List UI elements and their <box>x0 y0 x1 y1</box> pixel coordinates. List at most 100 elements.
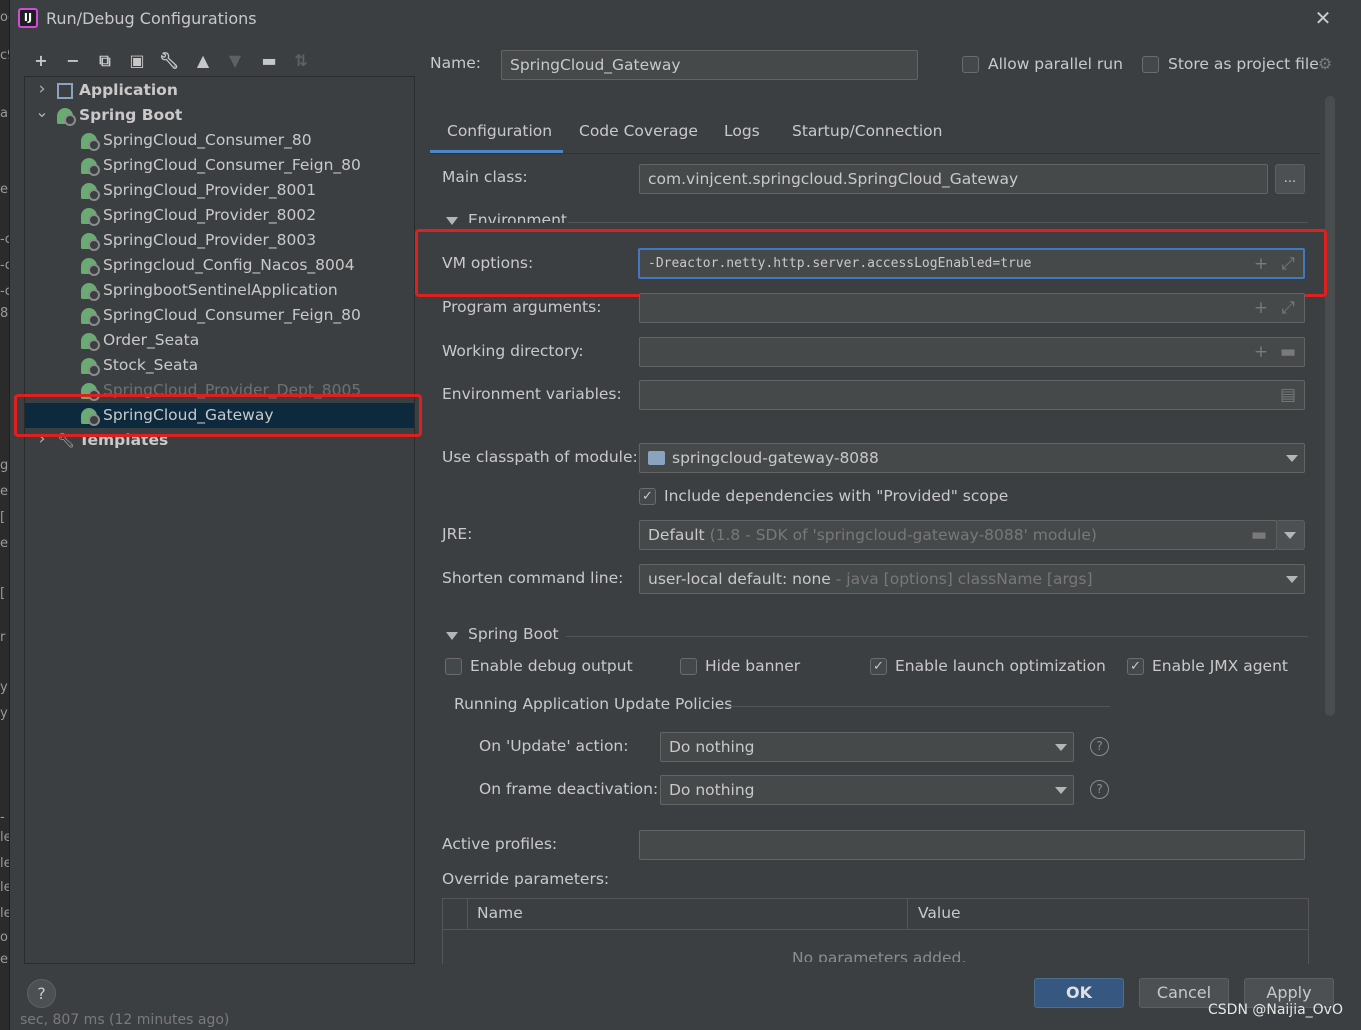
spring-boot-icon <box>81 308 100 326</box>
configurations-tree[interactable]: › Application ⌄ Spring Boot SpringCloud_Cons… <box>24 76 415 964</box>
classpath-label: Use classpath of module: <box>442 448 638 466</box>
allow-parallel-checkbox[interactable] <box>962 56 979 73</box>
spring-boot-collapse-icon[interactable] <box>446 632 458 640</box>
watermark: CSDN @Naijia_OvO <box>1208 1002 1343 1018</box>
gear-icon[interactable]: ⚙ <box>1316 55 1334 73</box>
tree-item-label: SpringCloud_Consumer_80 <box>103 131 312 149</box>
chevron-down-icon[interactable]: ⌄ <box>35 99 49 124</box>
help-icon[interactable]: ? <box>1090 737 1109 756</box>
jre-value: Default <box>648 526 705 544</box>
background-window-fragment: 80 <box>0 306 9 321</box>
spring-boot-divider <box>566 636 1308 637</box>
browse-main-class-button[interactable]: ... <box>1275 164 1305 194</box>
chevron-down-icon <box>1284 532 1296 539</box>
working-dir-label: Working directory: <box>442 342 584 360</box>
background-window-fragment: - <box>0 810 5 825</box>
shorten-select[interactable]: user-local default: none - java [options… <box>639 564 1305 594</box>
store-project-checkbox[interactable] <box>1142 56 1159 73</box>
save-icon[interactable]: ▣ <box>124 48 150 74</box>
chevron-down-icon <box>1055 744 1067 751</box>
tree-item[interactable]: ⌄ Spring Boot <box>25 102 414 128</box>
jre-select[interactable]: Default (1.8 - SDK of 'springcloud-gatew… <box>639 520 1277 550</box>
tree-item-label: SpringCloud_Consumer_Feign_80 <box>103 306 361 324</box>
classpath-value: springcloud-gateway-8088 <box>672 449 879 467</box>
launch-optimization-checkbox[interactable]: ✓ <box>870 658 887 675</box>
background-window-fragment: le <box>0 830 9 845</box>
help-button[interactable]: ? <box>27 979 56 1008</box>
env-vars-label: Environment variables: <box>442 385 622 403</box>
tree-item-label: SpringCloud_Provider_8003 <box>103 231 317 249</box>
tree-item[interactable]: SpringCloud_Provider_8001 <box>25 178 414 203</box>
move-down-icon[interactable]: ▼ <box>222 48 248 74</box>
tree-item[interactable]: › Application <box>25 78 414 103</box>
tree-item[interactable]: Stock_Seata <box>25 353 414 378</box>
tree-item-label: SpringCloud_Consumer_Feign_80 <box>103 156 361 174</box>
launch-optimization-label: Enable launch optimization <box>895 657 1106 675</box>
hide-banner-checkbox[interactable] <box>680 658 697 675</box>
active-profiles-input[interactable] <box>639 830 1305 860</box>
folder-add-icon[interactable]: ▬ <box>256 48 282 74</box>
env-vars-input[interactable] <box>639 380 1305 410</box>
tree-item[interactable]: SpringbootSentinelApplication <box>25 278 414 303</box>
tree-item[interactable]: SpringCloud_Consumer_80 <box>25 128 414 153</box>
annotation-highlight-vm-options <box>415 229 1327 297</box>
ok-button[interactable]: OK <box>1034 978 1124 1008</box>
name-input[interactable]: SpringCloud_Gateway <box>501 50 918 80</box>
add-icon[interactable]: + <box>1250 341 1272 363</box>
classpath-select[interactable]: springcloud-gateway-8088 <box>639 443 1305 473</box>
chevron-down-icon <box>1055 787 1067 794</box>
expand-icon[interactable]: ⤢ <box>1277 297 1299 319</box>
main-class-input[interactable]: com.vinjcent.springcloud.SpringCloud_Gat… <box>639 164 1268 194</box>
remove-icon[interactable]: − <box>60 48 86 74</box>
tab-startup-connection[interactable]: Startup/Connection <box>792 122 942 140</box>
tree-item[interactable]: Order_Seata <box>25 328 414 353</box>
spring-boot-icon <box>81 183 100 201</box>
tree-item[interactable]: SpringCloud_Provider_8003 <box>25 228 414 253</box>
spring-boot-icon <box>81 358 100 376</box>
table-header-name[interactable]: Name <box>477 904 523 922</box>
tab-code-coverage[interactable]: Code Coverage <box>579 122 698 140</box>
help-icon[interactable]: ? <box>1090 780 1109 799</box>
add-icon[interactable]: + <box>28 48 54 74</box>
tree-item[interactable]: SpringCloud_Consumer_Feign_80 <box>25 303 414 328</box>
on-frame-select[interactable]: Do nothing <box>660 775 1074 805</box>
list-icon[interactable]: ▤ <box>1277 384 1299 406</box>
program-args-input[interactable] <box>639 293 1305 323</box>
tab-configuration[interactable]: Configuration <box>447 122 552 140</box>
shorten-hint: - java [options] className [args] <box>835 570 1093 588</box>
background-window-fragment: g <box>0 458 9 473</box>
allow-parallel-label: Allow parallel run <box>988 55 1123 73</box>
tab-logs[interactable]: Logs <box>724 122 760 140</box>
sort-icon[interactable]: ⇅ <box>288 48 314 74</box>
tree-item[interactable]: SpringCloud_Consumer_Feign_80 <box>25 153 414 178</box>
close-icon[interactable]: ✕ <box>1311 6 1335 30</box>
include-deps-label: Include dependencies with "Provided" sco… <box>664 487 1009 505</box>
working-dir-input[interactable] <box>639 337 1305 367</box>
folder-icon[interactable]: ▬ <box>1277 341 1299 363</box>
on-frame-value: Do nothing <box>669 781 755 799</box>
add-icon[interactable]: + <box>1250 297 1272 319</box>
jmx-agent-checkbox[interactable]: ✓ <box>1127 658 1144 675</box>
move-up-icon[interactable]: ▲ <box>190 48 216 74</box>
tree-item[interactable]: SpringCloud_Provider_8002 <box>25 203 414 228</box>
debug-output-checkbox[interactable] <box>445 658 462 675</box>
background-window-fragment: -c <box>0 284 9 299</box>
background-window-fragment: c9 <box>0 48 9 63</box>
tree-item-label: Order_Seata <box>103 331 200 349</box>
on-update-select[interactable]: Do nothing <box>660 732 1074 762</box>
table-header-value[interactable]: Value <box>918 904 961 922</box>
on-update-label: On 'Update' action: <box>479 737 629 755</box>
wrench-icon[interactable]: 🔧︎ <box>156 48 182 74</box>
footer-left <box>10 964 416 1012</box>
scrollbar[interactable] <box>1325 96 1335 716</box>
jmx-agent-label: Enable JMX agent <box>1152 657 1288 675</box>
include-deps-checkbox[interactable]: ✓ <box>639 488 656 505</box>
background-window-fragment: y <box>0 706 8 721</box>
on-update-value: Do nothing <box>669 738 755 756</box>
tree-item[interactable]: Springcloud_Config_Nacos_8004 <box>25 253 414 278</box>
copy-icon[interactable]: ⧉ <box>92 48 118 74</box>
folder-icon[interactable]: ▬ <box>1248 524 1270 546</box>
spring-boot-icon <box>81 283 100 301</box>
jre-dropdown-button[interactable] <box>1276 520 1305 550</box>
environment-collapse-icon[interactable] <box>446 217 458 225</box>
